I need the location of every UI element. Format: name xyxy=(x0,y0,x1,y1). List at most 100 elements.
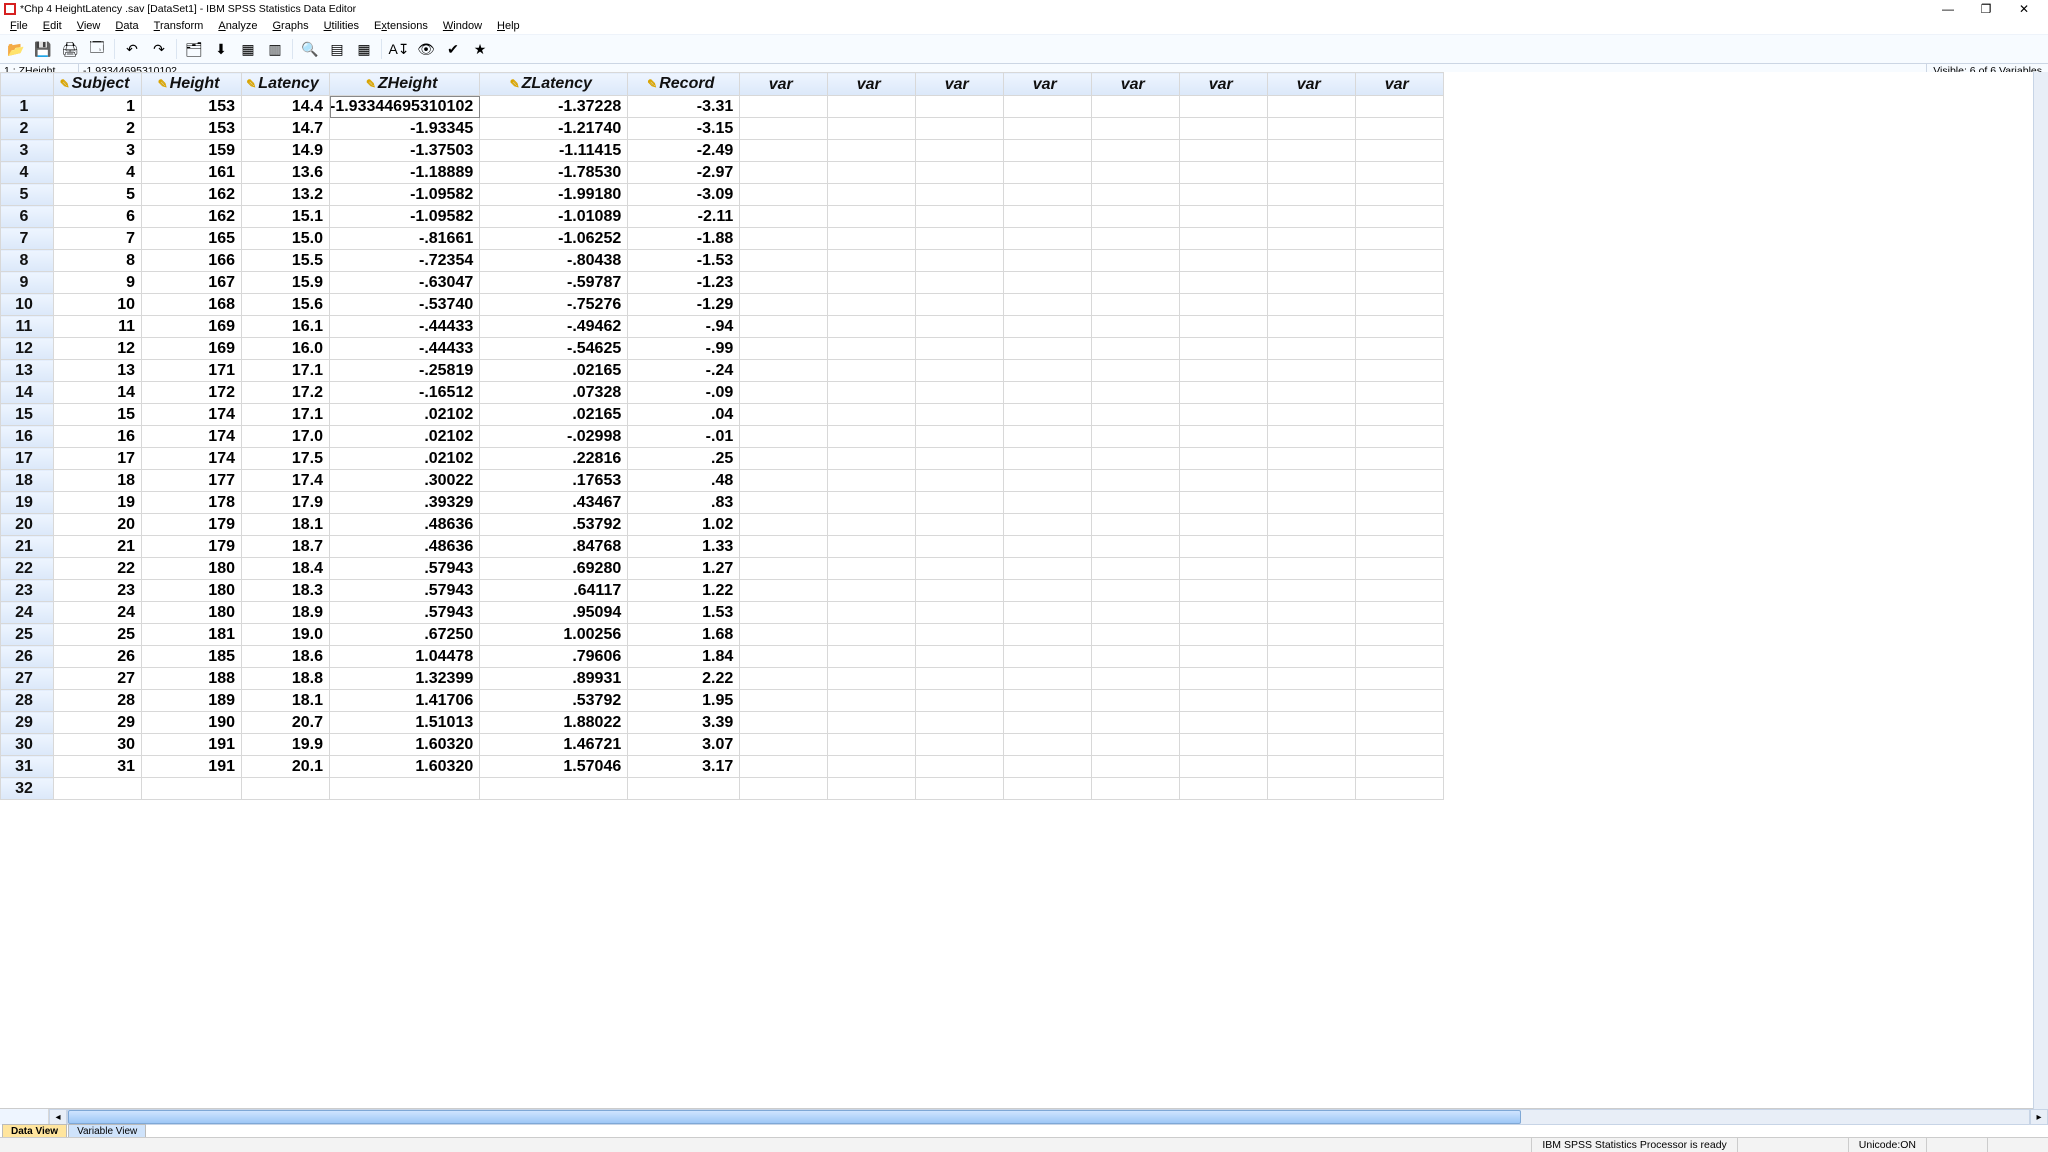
data-cell-empty[interactable] xyxy=(1092,712,1180,734)
data-cell[interactable]: -1.53 xyxy=(628,250,740,272)
data-cell-empty[interactable] xyxy=(740,448,828,470)
row-header[interactable]: 1 xyxy=(1,96,54,118)
data-cell-empty[interactable] xyxy=(1092,536,1180,558)
menu-help[interactable]: Help xyxy=(491,20,526,32)
data-cell[interactable]: .02102 xyxy=(330,404,480,426)
menu-data[interactable]: Data xyxy=(109,20,144,32)
data-cell-empty[interactable] xyxy=(1268,734,1356,756)
data-cell-empty[interactable] xyxy=(1356,250,1444,272)
data-cell-empty[interactable] xyxy=(1004,162,1092,184)
insert-variable-icon[interactable]: ▦ xyxy=(352,37,376,61)
data-cell[interactable]: 1.53 xyxy=(628,602,740,624)
data-cell-empty[interactable] xyxy=(1268,140,1356,162)
data-cell-empty[interactable] xyxy=(916,96,1004,118)
data-cell[interactable]: .02165 xyxy=(480,360,628,382)
data-cell-empty[interactable] xyxy=(1004,536,1092,558)
data-cell-empty[interactable] xyxy=(1004,294,1092,316)
row-header[interactable]: 7 xyxy=(1,228,54,250)
data-cell-empty[interactable] xyxy=(1268,338,1356,360)
data-cell[interactable]: 1.51013 xyxy=(330,712,480,734)
data-cell[interactable]: .25 xyxy=(628,448,740,470)
data-cell[interactable]: 18.1 xyxy=(242,690,330,712)
data-cell-empty[interactable] xyxy=(1180,250,1268,272)
data-cell[interactable]: 174 xyxy=(142,404,242,426)
data-cell[interactable]: 13.2 xyxy=(242,184,330,206)
data-cell-empty[interactable] xyxy=(740,778,828,800)
data-cell-empty[interactable] xyxy=(1180,602,1268,624)
data-cell-empty[interactable] xyxy=(1180,580,1268,602)
menu-file[interactable]: File xyxy=(4,20,34,32)
data-cell-empty[interactable] xyxy=(1356,734,1444,756)
data-cell-empty[interactable] xyxy=(916,558,1004,580)
data-cell-empty[interactable] xyxy=(1268,470,1356,492)
menu-window[interactable]: Window xyxy=(437,20,488,32)
data-cell[interactable]: 165 xyxy=(142,228,242,250)
data-cell-empty[interactable] xyxy=(1180,184,1268,206)
data-cell[interactable]: 166 xyxy=(142,250,242,272)
data-cell-empty[interactable] xyxy=(740,294,828,316)
data-cell-empty[interactable] xyxy=(1004,96,1092,118)
data-cell-empty[interactable] xyxy=(1180,470,1268,492)
data-cell-empty[interactable] xyxy=(1356,426,1444,448)
data-cell[interactable]: 177 xyxy=(142,470,242,492)
data-cell-empty[interactable] xyxy=(1356,184,1444,206)
data-cell-empty[interactable] xyxy=(828,602,916,624)
data-cell-empty[interactable] xyxy=(1004,404,1092,426)
data-cell[interactable]: .48636 xyxy=(330,536,480,558)
data-cell[interactable]: 28 xyxy=(54,690,142,712)
data-cell-empty[interactable] xyxy=(1180,118,1268,140)
data-cell[interactable]: -2.49 xyxy=(628,140,740,162)
data-cell[interactable]: 15.9 xyxy=(242,272,330,294)
data-cell[interactable]: 153 xyxy=(142,96,242,118)
data-cell-empty[interactable] xyxy=(740,206,828,228)
data-cell[interactable]: -1.29 xyxy=(628,294,740,316)
data-cell-empty[interactable] xyxy=(916,206,1004,228)
data-cell-empty[interactable] xyxy=(828,272,916,294)
data-cell[interactable]: .79606 xyxy=(480,646,628,668)
data-cell-empty[interactable] xyxy=(1092,646,1180,668)
data-cell-empty[interactable] xyxy=(1092,624,1180,646)
data-cell[interactable]: 14.7 xyxy=(242,118,330,140)
data-cell-empty[interactable] xyxy=(916,778,1004,800)
data-cell[interactable]: 1.84 xyxy=(628,646,740,668)
data-cell-empty[interactable] xyxy=(916,228,1004,250)
undo-icon[interactable]: ↶ xyxy=(120,37,144,61)
row-header[interactable]: 20 xyxy=(1,514,54,536)
save-icon[interactable]: 💾 xyxy=(31,37,55,61)
data-cell[interactable]: 17.5 xyxy=(242,448,330,470)
data-cell-empty[interactable] xyxy=(1268,536,1356,558)
data-cell[interactable]: 18.3 xyxy=(242,580,330,602)
vertical-scrollbar[interactable] xyxy=(2033,72,2048,1108)
data-cell-empty[interactable] xyxy=(1180,404,1268,426)
data-cell-empty[interactable] xyxy=(1092,470,1180,492)
data-cell-empty[interactable] xyxy=(1004,580,1092,602)
row-header[interactable]: 21 xyxy=(1,536,54,558)
data-cell-empty[interactable] xyxy=(1268,646,1356,668)
data-cell-empty[interactable] xyxy=(916,470,1004,492)
data-cell[interactable]: .53792 xyxy=(480,690,628,712)
data-cell-empty[interactable] xyxy=(828,426,916,448)
data-cell[interactable]: -.59787 xyxy=(480,272,628,294)
data-cell[interactable]: 3.07 xyxy=(628,734,740,756)
data-cell[interactable]: -1.93344695310102 xyxy=(330,96,480,118)
data-cell-empty[interactable] xyxy=(740,756,828,778)
data-cell-empty[interactable] xyxy=(916,734,1004,756)
data-cell-empty[interactable] xyxy=(1356,558,1444,580)
row-header[interactable]: 30 xyxy=(1,734,54,756)
data-cell-empty[interactable] xyxy=(916,316,1004,338)
data-cell[interactable]: .02102 xyxy=(330,426,480,448)
data-cell[interactable]: 191 xyxy=(142,734,242,756)
data-cell-empty[interactable] xyxy=(916,162,1004,184)
data-cell-empty[interactable] xyxy=(916,426,1004,448)
data-cell-empty[interactable] xyxy=(828,118,916,140)
data-cell-empty[interactable] xyxy=(740,646,828,668)
data-cell[interactable]: .89931 xyxy=(480,668,628,690)
data-cell-empty[interactable] xyxy=(1268,96,1356,118)
data-cell-empty[interactable] xyxy=(828,514,916,536)
column-header-subject[interactable]: ✎Subject xyxy=(54,73,142,96)
data-cell-empty[interactable] xyxy=(1004,734,1092,756)
data-cell-empty[interactable] xyxy=(916,536,1004,558)
row-header[interactable]: 13 xyxy=(1,360,54,382)
data-cell-empty[interactable] xyxy=(1180,514,1268,536)
row-header[interactable]: 3 xyxy=(1,140,54,162)
